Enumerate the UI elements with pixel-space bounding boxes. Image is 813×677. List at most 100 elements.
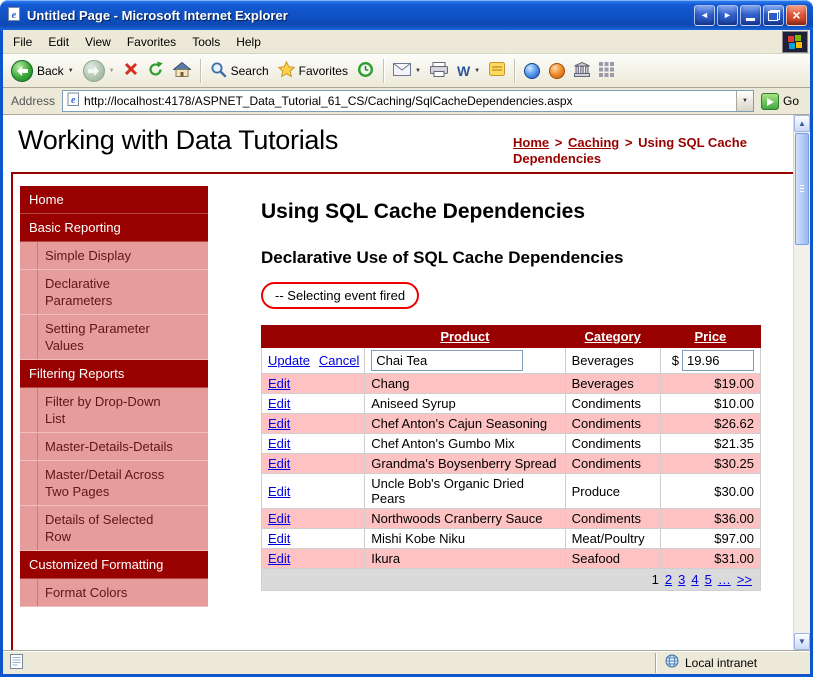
restore-button[interactable] bbox=[763, 4, 784, 26]
sidebar-item-customized-formatting[interactable]: Customized Formatting bbox=[20, 551, 208, 579]
sort-product-link[interactable]: Product bbox=[440, 329, 489, 344]
breadcrumb-home-link[interactable]: Home bbox=[513, 135, 549, 150]
edit-link[interactable]: Edit bbox=[268, 531, 290, 546]
edit-link[interactable]: Edit bbox=[268, 551, 290, 566]
main-content: Using SQL Cache Dependencies Declarative… bbox=[260, 200, 762, 591]
toolbar: Back ▼ ▼ Search Favorites ▼ W ▼ bbox=[3, 54, 810, 88]
address-label: Address bbox=[11, 94, 56, 108]
msn-button[interactable] bbox=[545, 60, 569, 82]
pager-page-4-link[interactable]: 4 bbox=[691, 572, 698, 587]
category-cell: Condiments bbox=[564, 508, 661, 529]
titlebar[interactable]: e Untitled Page - Microsoft Internet Exp… bbox=[0, 0, 813, 30]
price-cell: $26.62 bbox=[659, 413, 762, 434]
pager-next-link[interactable]: >> bbox=[737, 572, 752, 587]
edit-link[interactable]: Edit bbox=[268, 396, 290, 411]
page-body: Home Basic Reporting Simple Display Decl… bbox=[3, 174, 793, 607]
menu-view[interactable]: View bbox=[77, 31, 119, 53]
toolbar-separator bbox=[382, 58, 384, 83]
research-button[interactable] bbox=[570, 59, 594, 83]
sidebar-item-simple-display[interactable]: Simple Display bbox=[20, 242, 208, 270]
titlebar-arrow-right-button[interactable]: ► bbox=[717, 4, 738, 26]
go-button[interactable]: Go bbox=[754, 92, 806, 110]
forward-dropdown-icon[interactable]: ▼ bbox=[109, 68, 115, 74]
update-link[interactable]: Update bbox=[268, 353, 310, 368]
scroll-down-button[interactable]: ▼ bbox=[794, 633, 810, 650]
history-button[interactable] bbox=[353, 58, 378, 84]
menu-edit[interactable]: Edit bbox=[40, 31, 77, 53]
toolbar-separator bbox=[199, 58, 201, 83]
vertical-scrollbar[interactable]: ▲ ▼ bbox=[793, 115, 810, 650]
breadcrumb: Home > Caching > Using SQL Cache Depende… bbox=[513, 135, 787, 167]
grid-pager-row: 1 2 3 4 5 … >> bbox=[261, 568, 761, 591]
edit-with-word-button[interactable]: W ▼ bbox=[453, 60, 484, 82]
scrollbar-thumb[interactable] bbox=[795, 133, 809, 245]
edit-link[interactable]: Edit bbox=[268, 436, 290, 451]
sidebar-item-basic-reporting[interactable]: Basic Reporting bbox=[20, 214, 208, 242]
menu-favorites[interactable]: Favorites bbox=[119, 31, 184, 53]
back-dropdown-icon[interactable]: ▼ bbox=[68, 68, 74, 74]
menu-help[interactable]: Help bbox=[228, 31, 269, 53]
forward-button[interactable]: ▼ bbox=[79, 57, 119, 85]
price-input[interactable] bbox=[682, 350, 754, 371]
section-title: Declarative Use of SQL Cache Dependencie… bbox=[261, 248, 624, 267]
favorites-button[interactable]: Favorites bbox=[274, 58, 352, 84]
tiles-button[interactable] bbox=[595, 59, 618, 83]
edit-link[interactable]: Edit bbox=[268, 456, 290, 471]
table-row: Edit Northwoods Cranberry Sauce Condimen… bbox=[260, 508, 762, 529]
refresh-button[interactable] bbox=[143, 58, 168, 84]
price-edit-cell: $ bbox=[659, 347, 762, 374]
pager-more-link[interactable]: … bbox=[718, 572, 731, 587]
product-name-input[interactable] bbox=[371, 350, 524, 371]
sidebar-item-declarative-parameters[interactable]: Declarative Parameters bbox=[20, 270, 208, 315]
scroll-up-button[interactable]: ▲ bbox=[794, 115, 810, 132]
forward-icon bbox=[82, 59, 105, 82]
edit-link[interactable]: Edit bbox=[268, 484, 290, 499]
back-button[interactable]: Back ▼ bbox=[7, 57, 78, 85]
cancel-link[interactable]: Cancel bbox=[319, 353, 359, 368]
sidebar-item-filtering-reports[interactable]: Filtering Reports bbox=[20, 360, 208, 388]
home-button[interactable] bbox=[169, 59, 195, 83]
titlebar-arrow-left-button[interactable]: ◄ bbox=[694, 4, 715, 26]
edit-link[interactable]: Edit bbox=[268, 511, 290, 526]
edit-dropdown-icon[interactable]: ▼ bbox=[474, 68, 480, 74]
sidebar-item-details-of-selected-row[interactable]: Details of Selected Row bbox=[20, 506, 208, 551]
svg-text:e: e bbox=[71, 95, 76, 106]
favorites-label: Favorites bbox=[298, 63, 348, 78]
address-input-box: e ▼ bbox=[62, 90, 754, 112]
discuss-button[interactable] bbox=[485, 59, 509, 82]
sidebar-item-setting-parameter-values[interactable]: Setting Parameter Values bbox=[20, 315, 208, 360]
grid-header-empty bbox=[260, 325, 366, 348]
product-cell: Grandma's Boysenberry Spread bbox=[364, 453, 566, 474]
search-button[interactable]: Search bbox=[206, 58, 273, 84]
pager-page-3-link[interactable]: 3 bbox=[678, 572, 685, 587]
stop-button[interactable] bbox=[120, 59, 142, 82]
close-button[interactable]: × bbox=[786, 4, 807, 26]
minimize-button[interactable] bbox=[740, 4, 761, 26]
menu-file[interactable]: File bbox=[5, 31, 40, 53]
table-row: Edit Mishi Kobe Niku Meat/Poultry $97.00 bbox=[260, 528, 762, 549]
edit-link[interactable]: Edit bbox=[268, 416, 290, 431]
edit-link[interactable]: Edit bbox=[268, 376, 290, 391]
svg-text:e: e bbox=[12, 9, 17, 21]
sort-category-link[interactable]: Category bbox=[585, 329, 641, 344]
category-cell: Condiments bbox=[564, 433, 661, 454]
sidebar-item-master-details-details[interactable]: Master-Details-Details bbox=[20, 433, 208, 461]
sidebar-item-master-detail-two-pages[interactable]: Master/Detail Across Two Pages bbox=[20, 461, 208, 506]
action-cell: Edit bbox=[260, 393, 366, 414]
window-client-area: File Edit View Favorites Tools Help Back… bbox=[3, 30, 810, 674]
messenger-button[interactable] bbox=[520, 60, 544, 82]
print-button[interactable] bbox=[426, 59, 452, 83]
mail-button[interactable]: ▼ bbox=[389, 60, 425, 82]
sort-price-link[interactable]: Price bbox=[694, 329, 726, 344]
pager-page-2-link[interactable]: 2 bbox=[665, 572, 672, 587]
address-dropdown-button[interactable]: ▼ bbox=[735, 91, 753, 111]
breadcrumb-caching-link[interactable]: Caching bbox=[568, 135, 619, 150]
sidebar-item-home[interactable]: Home bbox=[20, 186, 208, 214]
sidebar-item-filter-by-dropdown-list[interactable]: Filter by Drop-Down List bbox=[20, 388, 208, 433]
menu-tools[interactable]: Tools bbox=[184, 31, 228, 53]
address-input[interactable] bbox=[81, 92, 736, 110]
category-cell: Beverages bbox=[564, 347, 661, 374]
mail-dropdown-icon[interactable]: ▼ bbox=[415, 68, 421, 74]
sidebar-item-format-colors[interactable]: Format Colors bbox=[20, 579, 208, 607]
pager-page-5-link[interactable]: 5 bbox=[705, 572, 712, 587]
